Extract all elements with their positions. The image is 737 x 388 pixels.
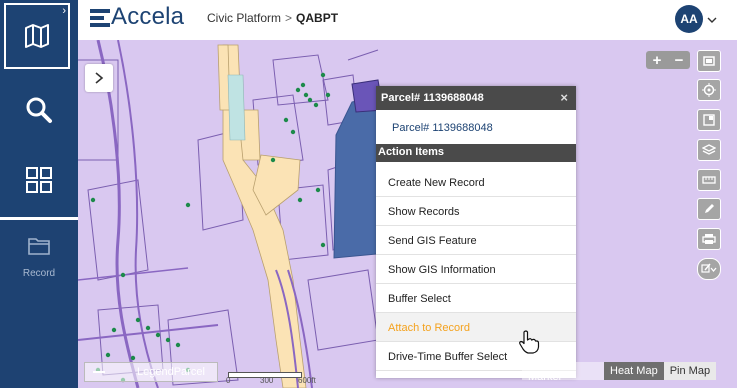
zoom-control: + − — [646, 51, 690, 69]
parcel-link[interactable]: Parcel# 1139688048 — [392, 122, 493, 134]
action-send-gis-feature[interactable]: Send GIS Feature — [376, 226, 576, 255]
breadcrumb: Civic Platform > QABPT — [207, 11, 338, 25]
legend-toggle-icon[interactable] — [93, 371, 105, 373]
measure-button[interactable] — [697, 169, 721, 191]
search-icon — [26, 97, 52, 123]
action-items-list: Create New Record Show Records Send GIS … — [376, 168, 576, 371]
expand-panel-button[interactable] — [85, 64, 113, 92]
action-attach-to-record[interactable]: Attach to Record — [376, 313, 576, 342]
chevron-right-icon[interactable]: › — [62, 5, 66, 17]
breadcrumb-separator: > — [285, 11, 293, 25]
top-header: Accela Civic Platform > QABPT AA — [78, 0, 737, 40]
pencil-icon — [705, 204, 714, 213]
close-icon[interactable]: × — [560, 90, 568, 105]
edit-dropdown-icon — [701, 263, 717, 273]
fullscreen-icon — [703, 56, 715, 66]
legend-layer: Parcel — [173, 366, 205, 378]
action-show-gis-information[interactable]: Show GIS Information — [376, 255, 576, 284]
sidebar-item-record-label: Record — [22, 268, 56, 279]
legend-bar[interactable]: Legend Parcel — [84, 362, 218, 382]
tab-pin-map[interactable]: Pin Map — [663, 362, 717, 380]
sidebar-item-record[interactable] — [0, 220, 78, 388]
sidebar-item-map[interactable]: › — [4, 3, 70, 69]
fullscreen-button[interactable] — [697, 50, 721, 72]
zoom-out-button[interactable]: − — [668, 51, 690, 69]
layers-icon — [702, 144, 716, 155]
action-items-header: Action Items — [376, 144, 576, 162]
basemap-button[interactable] — [697, 109, 721, 131]
layers-button[interactable] — [697, 139, 721, 161]
sidebar-item-search[interactable] — [0, 90, 78, 130]
folder-icon — [28, 238, 50, 255]
grid-icon — [26, 167, 52, 193]
breadcrumb-parent[interactable]: Civic Platform — [207, 11, 281, 25]
tab-cluster-marker[interactable]: Cluster Marker — [522, 359, 604, 383]
scale-label-0: 0 — [226, 376, 231, 385]
map-icon — [25, 24, 49, 48]
basemap-icon — [703, 114, 715, 126]
action-show-records[interactable]: Show Records — [376, 197, 576, 226]
print-icon — [702, 234, 716, 244]
tab-heat-map[interactable]: Heat Map — [604, 362, 664, 380]
hand-cursor-icon — [519, 330, 540, 354]
map-view-tabs: Cluster Marker Heat Map Pin Map — [522, 359, 717, 383]
action-buffer-select[interactable]: Buffer Select — [376, 284, 576, 313]
scale-label-600: 600ft — [298, 376, 316, 385]
breadcrumb-current: QABPT — [296, 11, 339, 25]
edit-dropdown-button[interactable] — [697, 258, 721, 280]
chevron-right-icon — [95, 72, 104, 84]
popup-title: Parcel# 1139688048 — [381, 92, 484, 104]
action-items-title: Action Items — [378, 146, 445, 158]
avatar-initials: AA — [680, 12, 698, 26]
sidebar-item-apps[interactable] — [0, 160, 78, 200]
legend-label: Legend — [137, 366, 174, 378]
print-button[interactable] — [697, 228, 721, 250]
action-create-new-record[interactable]: Create New Record — [376, 168, 576, 197]
avatar[interactable]: AA — [675, 5, 703, 33]
scale-label-300: 300 — [260, 376, 274, 385]
crosshair-icon — [702, 83, 716, 97]
chevron-down-icon[interactable] — [707, 15, 717, 25]
zoom-in-button[interactable]: + — [646, 51, 668, 69]
left-sidebar: › Record — [0, 0, 78, 388]
ruler-icon — [702, 176, 716, 184]
popup-header: Parcel# 1139688048 × — [376, 86, 576, 110]
accela-logo-icon — [90, 9, 110, 27]
draw-button[interactable] — [697, 198, 721, 220]
parcel-popup: Parcel# 1139688048 × Parcel# 1139688048 … — [376, 86, 576, 378]
locate-button[interactable] — [697, 79, 721, 101]
logo-text: Accela — [111, 3, 185, 30]
